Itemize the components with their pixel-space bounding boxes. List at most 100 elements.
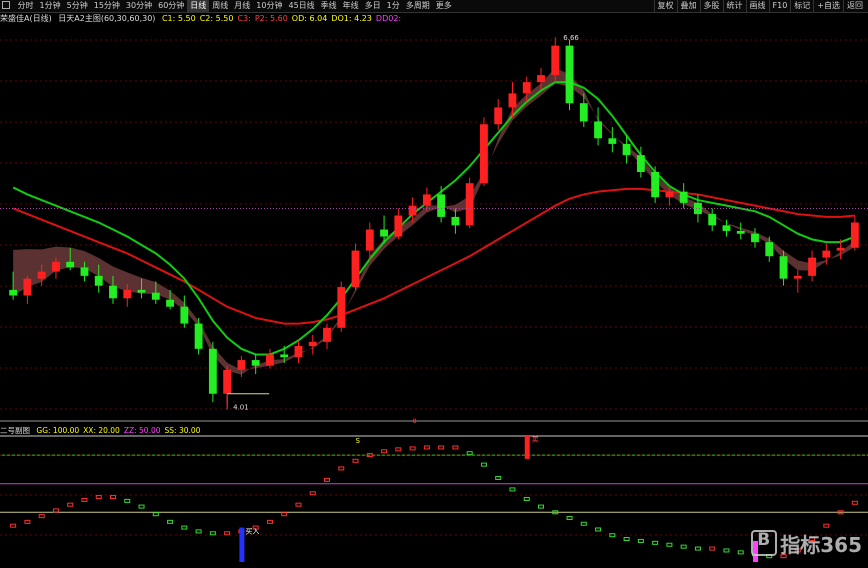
sub-point-18 <box>266 519 273 524</box>
sub-indicator-name[interactable]: 二号副图 <box>0 426 30 435</box>
sub-point-26 <box>381 449 388 454</box>
sub-point-0 <box>10 523 17 528</box>
sub-point-22 <box>324 477 330 482</box>
sub-point-45 <box>652 540 659 545</box>
candle-body-17 <box>251 360 260 366</box>
candle-body-7 <box>109 285 117 299</box>
sub-point-7 <box>110 495 116 500</box>
sub-point-29 <box>423 445 430 450</box>
sub-indicator-value-1: XX: 20.00 <box>83 426 120 435</box>
sub-point-39 <box>566 516 573 521</box>
sub-point-40 <box>580 521 587 526</box>
candle-body-52 <box>751 233 759 243</box>
sub-point-10 <box>152 512 159 517</box>
sub-point-57 <box>823 523 830 528</box>
candle-body-58 <box>836 247 845 251</box>
candle-body-43 <box>622 143 631 156</box>
candle-body-1 <box>23 278 32 296</box>
candle-body-39 <box>565 45 574 104</box>
brand-logo-icon <box>751 530 778 556</box>
sell-signal-bar <box>524 436 530 459</box>
sub-point-36 <box>523 496 530 501</box>
candle-body-2 <box>37 271 46 279</box>
candle-body-46 <box>665 191 674 198</box>
sub-point-4 <box>67 502 74 507</box>
sub-point-50 <box>723 548 730 553</box>
candle-body-54 <box>779 256 788 279</box>
candle-body-3 <box>52 261 60 272</box>
sub-point-41 <box>595 527 602 532</box>
candle-body-42 <box>608 138 617 144</box>
candle-body-57 <box>822 250 831 258</box>
candle-body-25 <box>365 229 374 251</box>
sub-point-31 <box>452 445 459 450</box>
candle-body-59 <box>850 222 859 248</box>
sub-indicator-value-0: GG: 100.00 <box>36 426 80 435</box>
sub-point-48 <box>694 546 701 551</box>
high-price-label: 6.66 <box>563 34 579 42</box>
candle-body-38 <box>551 45 560 76</box>
sub-point-27 <box>395 447 402 452</box>
watermark-text: 指标365 <box>780 533 862 557</box>
candle-body-51 <box>736 230 745 234</box>
sub-point-8 <box>124 498 131 503</box>
candle-body-37 <box>537 75 545 83</box>
candle-body-40 <box>579 103 588 122</box>
sub-point-19 <box>281 512 288 517</box>
candle-body-36 <box>522 82 531 94</box>
sub-point-9 <box>138 504 145 509</box>
candle-body-53 <box>765 242 774 257</box>
candle-body-12 <box>180 306 189 324</box>
sub-point-49 <box>709 546 716 551</box>
candle-body-56 <box>808 257 816 276</box>
candle-body-21 <box>308 341 317 347</box>
sub-point-14 <box>209 531 216 536</box>
sub-point-15 <box>224 531 231 536</box>
candle-body-14 <box>208 348 217 394</box>
candle-body-15 <box>223 369 232 394</box>
candle-body-45 <box>651 171 660 198</box>
sub-point-6 <box>95 495 102 500</box>
sub-indicator-value-3: SS: 30.00 <box>164 426 201 435</box>
sub-point-37 <box>538 504 544 509</box>
sub-point-44 <box>637 538 644 543</box>
candle-body-6 <box>94 275 103 286</box>
candle-body-4 <box>66 261 75 268</box>
ma-mid-line <box>12 81 856 356</box>
candle-body-30 <box>437 194 446 217</box>
sub-point-3 <box>52 508 59 513</box>
candle-body-8 <box>123 289 132 299</box>
candle-body-31 <box>451 216 460 226</box>
candle-body-35 <box>508 93 517 108</box>
sub-point-32 <box>466 451 473 456</box>
sub-point-12 <box>181 525 188 530</box>
sub-point-46 <box>666 542 673 547</box>
buy-label: 买入 <box>245 527 259 535</box>
ma-band <box>13 67 855 375</box>
candle-body-16 <box>237 360 246 370</box>
candle-body-47 <box>679 191 688 203</box>
sub-point-34 <box>495 475 502 480</box>
magenta-marker-label: 8 <box>413 418 417 425</box>
price-chart[interactable]: 6.66 4.01 买入 S 卖 8 <box>0 0 868 568</box>
sub-point-11 <box>167 519 174 524</box>
sub-point-43 <box>623 537 630 542</box>
sub-point-51 <box>737 550 744 555</box>
candle-body-20 <box>294 346 303 358</box>
sub-point-35 <box>509 487 516 492</box>
sub-point-59 <box>851 500 858 505</box>
sub-point-23 <box>338 466 345 471</box>
sub-point-47 <box>680 544 687 549</box>
sub-point-2 <box>38 514 45 519</box>
sub-point-13 <box>195 529 202 534</box>
candle-body-10 <box>151 292 160 300</box>
candle-body-22 <box>323 327 331 342</box>
candle-body-23 <box>337 287 346 328</box>
candle-body-33 <box>480 124 488 184</box>
candle-body-32 <box>465 183 474 226</box>
candle-body-0 <box>9 289 18 296</box>
candle-body-5 <box>80 267 89 276</box>
candle-body-18 <box>266 354 274 366</box>
candle-body-55 <box>793 275 802 279</box>
sub-indicator-value-2: ZZ: 50.00 <box>123 426 161 435</box>
